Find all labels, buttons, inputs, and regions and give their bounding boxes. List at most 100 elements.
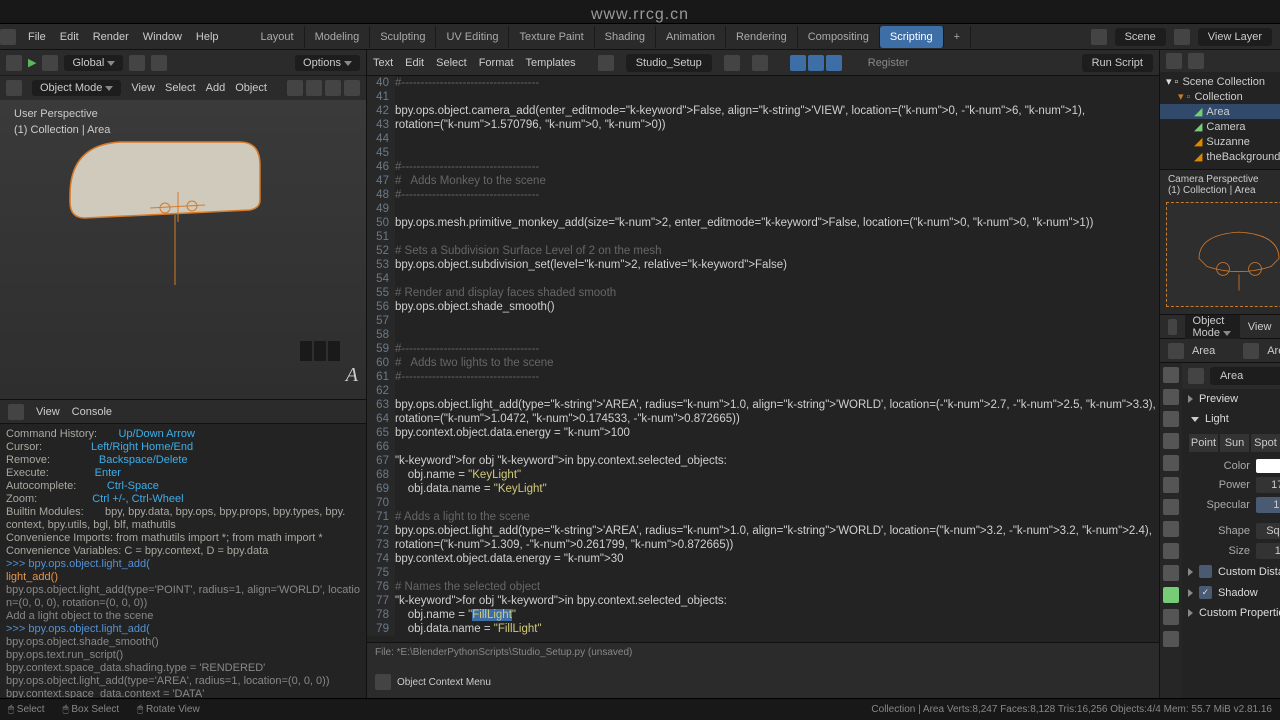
shading-matprev-icon[interactable]	[325, 80, 341, 96]
prop-tab-icon1[interactable]	[1168, 343, 1184, 359]
viewport-object[interactable]	[60, 130, 270, 285]
color-field[interactable]	[1256, 459, 1280, 473]
orientation-dropdown[interactable]: Global	[64, 55, 123, 71]
tab-modifier-icon[interactable]	[1163, 499, 1179, 515]
shading-wire-icon[interactable]	[287, 80, 303, 96]
wrap-icon[interactable]	[808, 55, 824, 71]
menu-render[interactable]: Render	[93, 31, 129, 43]
console-menu-console[interactable]: Console	[72, 406, 112, 418]
syntax-icon[interactable]	[826, 55, 842, 71]
vp-menu-select[interactable]: Select	[165, 82, 196, 94]
vp-menu-object[interactable]: Object	[235, 82, 267, 94]
section-shadow[interactable]: ✓Shadow	[1182, 582, 1280, 603]
outliner-collection[interactable]: ▾ ▫ Collection	[1160, 89, 1280, 104]
te-menu-text[interactable]: Text	[373, 57, 393, 69]
light-point[interactable]: Point	[1188, 433, 1219, 453]
tab-object-icon[interactable]	[1163, 477, 1179, 493]
te-menu-select[interactable]: Select	[436, 57, 467, 69]
menu-help[interactable]: Help	[196, 31, 219, 43]
outliner-filter-icon[interactable]	[1188, 53, 1204, 69]
tab-particles-icon[interactable]	[1163, 521, 1179, 537]
vp-menu-view[interactable]: View	[131, 82, 155, 94]
ws-animation[interactable]: Animation	[656, 26, 726, 48]
snap2-icon[interactable]	[151, 55, 167, 71]
shape-field[interactable]: Square	[1256, 523, 1280, 539]
line-nums-icon[interactable]	[790, 55, 806, 71]
text-filename[interactable]: Studio_Setup	[626, 54, 712, 72]
prop-editor-icon[interactable]	[1168, 319, 1177, 335]
size-field[interactable]: 1 m	[1256, 543, 1280, 559]
section-custom-props[interactable]: Custom Properties	[1182, 603, 1280, 623]
ws-modeling[interactable]: Modeling	[305, 26, 371, 48]
custom-distance-check[interactable]	[1199, 565, 1212, 578]
ws-texturepaint[interactable]: Texture Paint	[509, 26, 594, 48]
tab-scene-icon[interactable]	[1163, 433, 1179, 449]
console-menu-view[interactable]: View	[36, 406, 60, 418]
tab-render-icon[interactable]	[1163, 367, 1179, 383]
section-custom-distance[interactable]: Custom Distance	[1182, 561, 1280, 582]
menu-window[interactable]: Window	[143, 31, 182, 43]
tab-physics-icon[interactable]	[1163, 543, 1179, 559]
outliner-scene-collection[interactable]: ▾ ▫ Scene Collection	[1160, 74, 1280, 89]
section-preview[interactable]: Preview	[1182, 389, 1280, 409]
prop-tab-icon2[interactable]	[1243, 343, 1259, 359]
shadow-check[interactable]: ✓	[1199, 586, 1212, 599]
ws-shading[interactable]: Shading	[595, 26, 656, 48]
tab-data-icon[interactable]	[1163, 587, 1179, 603]
menu-file[interactable]: File	[28, 31, 46, 43]
data-name-field[interactable]: Area	[1210, 367, 1280, 385]
ws-rendering[interactable]: Rendering	[726, 26, 798, 48]
viewlayer-field[interactable]: View Layer	[1198, 28, 1272, 46]
ws-add[interactable]: +	[944, 26, 971, 48]
outliner-editor-icon[interactable]	[1166, 53, 1182, 69]
register-label[interactable]: Register	[868, 57, 909, 69]
scene-name-field[interactable]: Scene	[1115, 28, 1166, 46]
prop-tab-area2[interactable]: Area	[1267, 345, 1280, 357]
tab-world-icon[interactable]	[1163, 455, 1179, 471]
vp-menu-add[interactable]: Add	[206, 82, 226, 94]
outliner-item-suzanne[interactable]: ◢ Suzanne	[1160, 134, 1280, 149]
light-sun[interactable]: Sun	[1219, 433, 1250, 453]
tab-output-icon[interactable]	[1163, 389, 1179, 405]
outliner-item-area[interactable]: ◢ Area	[1160, 104, 1280, 119]
outliner[interactable]: ▾ ▫ Scene Collection ▾ ▫ Collection ◢ Ar…	[1160, 50, 1280, 170]
te-menu-edit[interactable]: Edit	[405, 57, 424, 69]
shading-solid-icon[interactable]	[306, 80, 322, 96]
te-menu-format[interactable]: Format	[479, 57, 514, 69]
prop-mode-dropdown[interactable]: Object Mode	[1185, 313, 1240, 341]
editor-type-icon[interactable]	[6, 55, 22, 71]
pivot-icon[interactable]	[129, 55, 145, 71]
ws-compositing[interactable]: Compositing	[798, 26, 880, 48]
mode-dropdown[interactable]: Object Mode	[32, 80, 121, 96]
tab-viewlayer-icon[interactable]	[1163, 411, 1179, 427]
outliner-item-camera[interactable]: ◢ Camera	[1160, 119, 1280, 134]
options-dropdown[interactable]: Options	[295, 55, 360, 71]
tab-texture-icon[interactable]	[1163, 631, 1179, 647]
app-icon[interactable]	[0, 29, 16, 45]
prop-view[interactable]: View	[1248, 321, 1272, 333]
text-unlink-icon[interactable]	[752, 55, 768, 71]
outliner-item-background[interactable]: ◢ theBackground	[1160, 149, 1280, 164]
ws-sculpting[interactable]: Sculpting	[370, 26, 436, 48]
code-editor[interactable]: 40#------------------------------------4…	[367, 76, 1159, 642]
snap-icon[interactable]	[42, 55, 58, 71]
te-menu-templates[interactable]: Templates	[526, 57, 576, 69]
menu-edit[interactable]: Edit	[60, 31, 79, 43]
section-light[interactable]: Light	[1182, 409, 1280, 429]
console-editor-icon[interactable]	[8, 404, 24, 420]
shading-render-icon[interactable]	[344, 80, 360, 96]
play-icon[interactable]: ▶	[28, 56, 36, 69]
3d-viewport[interactable]: ▶ Global Options Object Mode View Select…	[0, 50, 366, 400]
ws-layout[interactable]: Layout	[251, 26, 305, 48]
properties-panel[interactable]: Area Preview Light Point Sun Spot Area C…	[1182, 363, 1280, 698]
power-field[interactable]: 17 W	[1256, 477, 1280, 493]
tab-constraint-icon[interactable]	[1163, 565, 1179, 581]
prop-tab-area1[interactable]: Area	[1192, 345, 1215, 357]
tab-material-icon[interactable]	[1163, 609, 1179, 625]
ws-scripting[interactable]: Scripting	[880, 26, 944, 48]
text-new-icon[interactable]	[724, 55, 740, 71]
run-script-button[interactable]: Run Script	[1082, 54, 1153, 72]
specular-field[interactable]: 1.00	[1256, 497, 1280, 513]
camera-preview[interactable]: Camera Perspective (1) Collection | Area…	[1160, 170, 1280, 315]
python-console[interactable]: View Console Command History: Up/Down Ar…	[0, 400, 366, 698]
